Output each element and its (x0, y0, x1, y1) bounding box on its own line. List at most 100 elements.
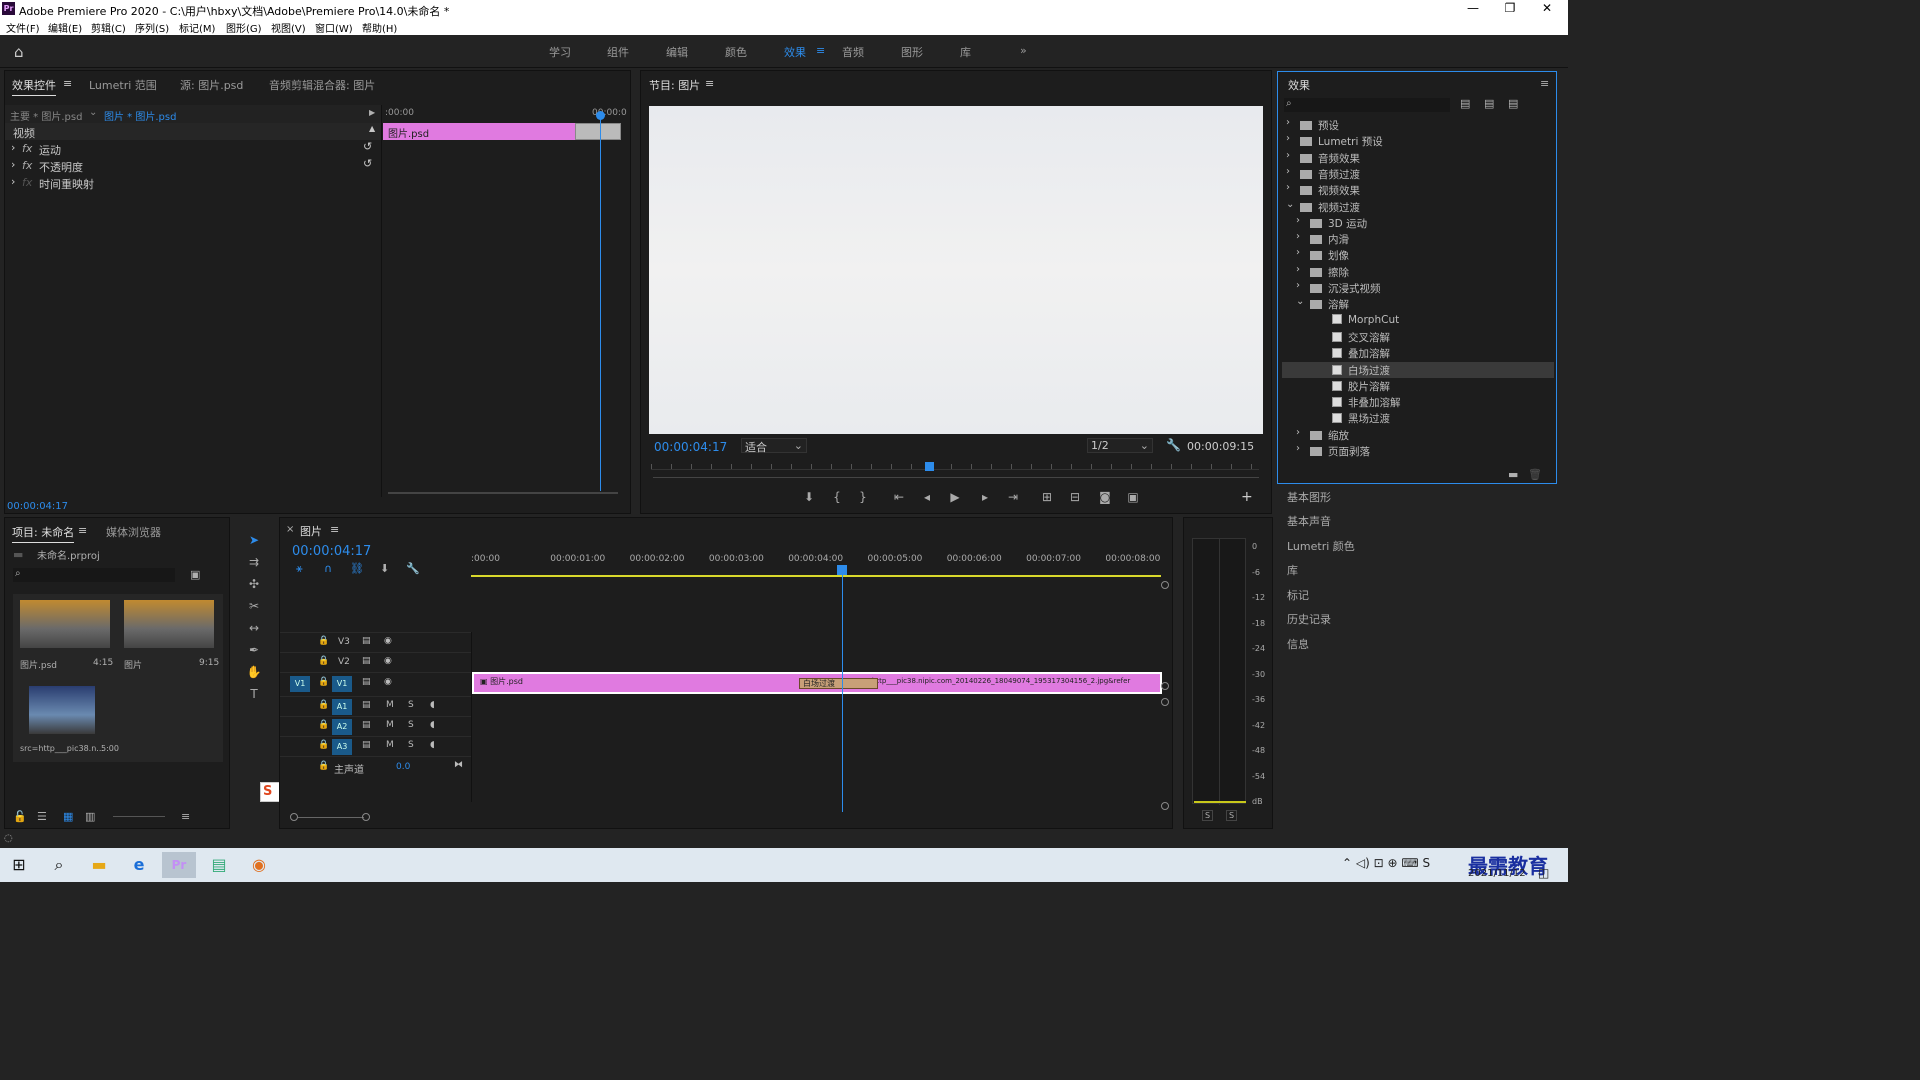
fit-select[interactable]: 适合 ⌄ (741, 438, 807, 454)
lock-icon[interactable]: 🔒 (318, 636, 329, 646)
eye-icon[interactable]: ◉ (384, 677, 392, 687)
go-to-in-icon[interactable]: ⇤ (891, 489, 907, 505)
menu-graphics[interactable]: 图形(G) (226, 20, 262, 35)
ec-scrollbar[interactable] (388, 492, 618, 494)
chevron-right-icon[interactable]: › (1296, 264, 1300, 275)
program-playhead[interactable] (924, 462, 934, 471)
notification-icon[interactable]: ◫ (1538, 866, 1549, 880)
master-volume[interactable]: 0.0 (396, 762, 410, 772)
play-icon[interactable]: ▶ (947, 489, 963, 505)
more-workspaces-icon[interactable]: » (1020, 44, 1027, 57)
program-timecode[interactable]: 00:00:04:17 (654, 440, 727, 454)
thumbnail-jpg[interactable] (29, 686, 95, 734)
ws-graphics[interactable]: 图形 (901, 44, 923, 60)
zoom-slider[interactable] (113, 816, 165, 817)
step-forward-icon[interactable]: ▸ (977, 489, 993, 505)
lift-icon[interactable]: ⊞ (1039, 489, 1055, 505)
solo-icon[interactable]: S (408, 700, 414, 710)
home-icon[interactable]: ⌂ (14, 43, 24, 61)
premiere-taskbar-icon[interactable]: Pr (162, 852, 196, 878)
ws-color[interactable]: 颜色 (725, 44, 747, 60)
timeline-timecode[interactable]: 00:00:04:17 (292, 544, 371, 559)
timeline-settings-icon[interactable]: 🔧 (406, 562, 420, 575)
menu-clip[interactable]: 剪辑(C) (91, 20, 126, 35)
tab-media-browser[interactable]: 媒体浏览器 (106, 524, 161, 540)
menu-sequence[interactable]: 序列(S) (135, 20, 169, 35)
step-back-icon[interactable]: ◂ (919, 489, 935, 505)
solo-icon[interactable]: S (408, 720, 414, 730)
tray-icons[interactable]: ⌃ ◁) ⊡ ⊕ ⌨ S (1342, 856, 1430, 870)
chevron-right-icon[interactable]: › (1286, 182, 1290, 193)
effect-tree-item[interactable]: › 沉浸式视频 (1282, 280, 1554, 296)
sync-lock-icon[interactable]: ▤ (362, 740, 371, 750)
ws-audio[interactable]: 音频 (842, 44, 864, 60)
lock-icon[interactable]: 🔒 (318, 720, 329, 730)
menu-file[interactable]: 文件(F) (6, 20, 40, 35)
chevron-right-icon[interactable]: › (1296, 215, 1300, 226)
ec-playhead-handle[interactable] (596, 111, 605, 120)
transition-white[interactable]: 白场过渡 (799, 678, 878, 689)
chevron-right-icon[interactable]: › (1286, 166, 1290, 177)
chevron-right-icon[interactable]: › (1296, 280, 1300, 291)
project-search-input[interactable]: ⌕ (13, 568, 175, 582)
effect-tree-item[interactable]: 交叉溶解 (1282, 329, 1554, 345)
lock-icon[interactable]: 🔒 (318, 677, 329, 687)
chevron-down-icon[interactable]: ⌄ (89, 107, 97, 118)
search-icon[interactable]: ⌕ (42, 852, 76, 878)
lock-icon[interactable]: 🔒 (318, 761, 329, 771)
ws-libraries[interactable]: 库 (960, 44, 971, 60)
panel-markers[interactable]: 标记 (1287, 587, 1309, 603)
project-menu-icon[interactable]: ≡ (78, 524, 87, 537)
effect-tree-item[interactable]: › 3D 运动 (1282, 215, 1554, 231)
lock-icon[interactable]: 🔒 (318, 700, 329, 710)
ripple-edit-tool-icon[interactable]: ✣ (246, 576, 262, 592)
timeline-menu-icon[interactable]: ≡ (330, 523, 339, 536)
ws-editing[interactable]: 编辑 (666, 44, 688, 60)
ec-playhead[interactable] (600, 111, 601, 491)
accelerated-effects-icon[interactable]: ▤ (1460, 97, 1470, 110)
track-target-a1[interactable]: A1 (332, 699, 352, 715)
chevron-right-icon[interactable]: › (1286, 117, 1290, 128)
effect-tree-item[interactable]: 叠加溶解 (1282, 345, 1554, 361)
go-to-out-icon[interactable]: ⇥ (1005, 489, 1021, 505)
thumbnail-image[interactable] (20, 600, 110, 648)
freeform-view-icon[interactable]: ▥ (85, 810, 95, 823)
source-patch-v1[interactable]: V1 (290, 676, 310, 692)
mute-icon[interactable]: M (386, 740, 394, 750)
effects-menu-icon[interactable]: ≡ (1540, 77, 1549, 90)
work-area-bar[interactable] (471, 575, 1161, 577)
sync-lock-icon[interactable]: ▤ (362, 700, 371, 710)
menu-edit[interactable]: 编辑(E) (48, 20, 82, 35)
program-ruler[interactable] (651, 464, 1259, 470)
ws-assembly[interactable]: 组件 (607, 44, 629, 60)
menu-marker[interactable]: 标记(M) (179, 20, 215, 35)
new-bin-icon[interactable]: ▬ (1508, 468, 1518, 481)
menu-window[interactable]: 窗口(W) (315, 20, 353, 35)
razor-tool-icon[interactable]: ✂ (246, 598, 262, 614)
icon-view-icon[interactable]: ▦ (63, 810, 73, 823)
pen-tool-icon[interactable]: ✒ (246, 642, 262, 658)
mic-icon[interactable]: ◖ (430, 700, 435, 710)
wrench-icon[interactable]: 🔧 (1166, 438, 1181, 452)
marker-icon[interactable]: ⬇ (801, 489, 817, 505)
effect-tree-item[interactable]: 非叠加溶解 (1282, 394, 1554, 410)
edge-icon[interactable]: e (122, 852, 156, 878)
effect-row-opacity[interactable]: › fx 不透明度 ↺ (5, 157, 381, 174)
chevron-right-icon[interactable]: › (1296, 247, 1300, 258)
track-target-v1[interactable]: V1 (332, 676, 352, 692)
effect-tree-item[interactable]: › 音频效果 (1282, 150, 1554, 166)
effects-search-input[interactable]: ⌕ (1284, 98, 1450, 112)
chevron-right-icon[interactable]: › (1286, 133, 1290, 144)
effect-tree-item[interactable]: ⌄ 溶解 (1282, 296, 1554, 312)
minimize-button[interactable]: — (1453, 1, 1493, 15)
effect-tree-item[interactable]: 黑场过渡 (1282, 410, 1554, 426)
panel-lumetri-color[interactable]: Lumetri 颜色 (1287, 538, 1355, 554)
tab-source[interactable]: 源: 图片.psd (180, 77, 243, 93)
mic-icon[interactable]: ◖ (430, 720, 435, 730)
tab-audio-mixer[interactable]: 音频剪辑混合器: 图片 (269, 77, 375, 93)
sync-lock-icon[interactable]: ▤ (362, 636, 371, 646)
panel-essential-graphics[interactable]: 基本图形 (1287, 489, 1331, 505)
reset-icon[interactable]: ↺ (363, 157, 372, 170)
go-to-end-icon[interactable]: ⧓ (454, 760, 463, 770)
close-icon[interactable]: × (286, 524, 294, 535)
